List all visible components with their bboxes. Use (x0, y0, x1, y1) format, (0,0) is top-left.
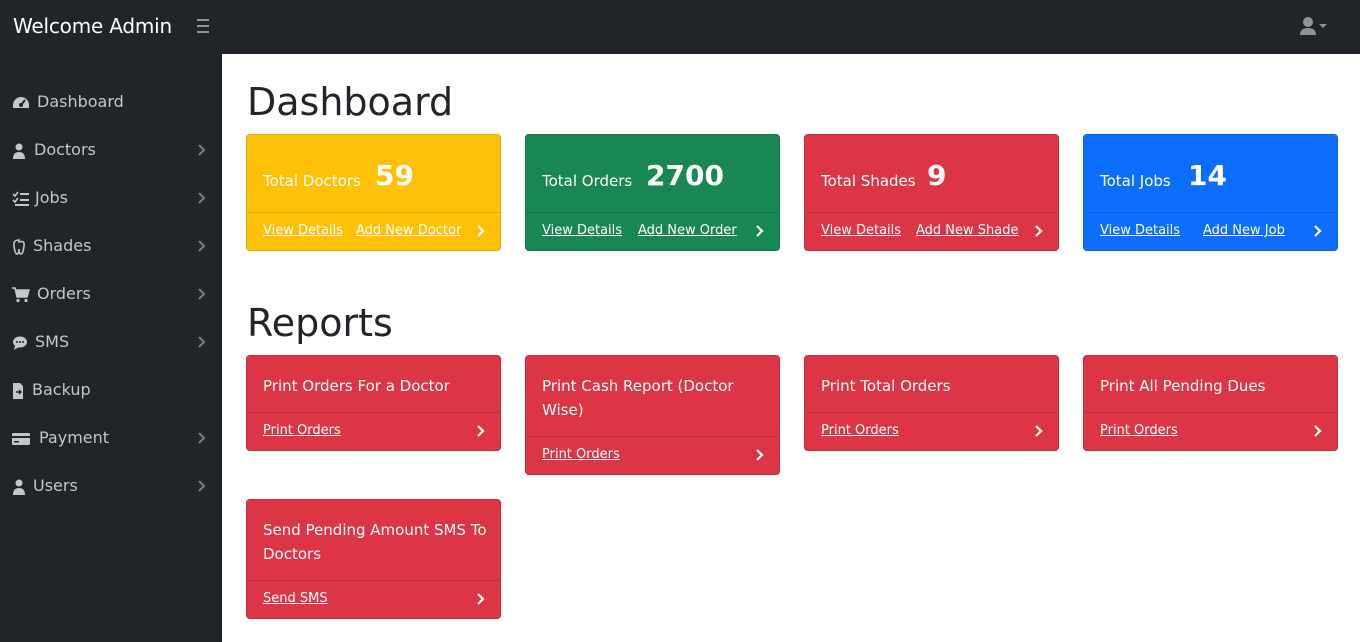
sidebar-item-label: Orders (37, 284, 91, 303)
report-card-send-sms: Send Pending Amount SMS To Doctors Send … (246, 499, 501, 619)
card-footer: View Details Add New Shade (805, 212, 1058, 250)
file-export-icon (13, 383, 23, 399)
sidebar-item-label: Backup (32, 380, 91, 399)
user-icon (1300, 17, 1327, 35)
chevron-right-icon[interactable] (475, 425, 485, 437)
card-footer: Print Orders (526, 436, 779, 474)
chevron-right-icon (198, 432, 206, 444)
add-new-job-link[interactable]: Add New Job (1203, 223, 1285, 238)
chevron-right-icon[interactable] (1312, 225, 1322, 237)
print-orders-link[interactable]: Print Orders (542, 447, 620, 462)
card-footer: Print Orders (1084, 412, 1337, 450)
view-details-link[interactable]: View Details (263, 223, 343, 238)
card-footer: Print Orders (247, 412, 500, 450)
report-title: Send Pending Amount SMS To Doctors (263, 521, 487, 563)
chevron-right-icon[interactable] (1312, 425, 1322, 437)
chevron-right-icon[interactable] (1033, 425, 1043, 437)
chevron-right-icon (198, 480, 206, 492)
chevron-right-icon[interactable] (475, 225, 485, 237)
view-details-link[interactable]: View Details (542, 223, 622, 238)
stat-title: Total Doctors (263, 172, 361, 190)
report-card-orders-for-doctor: Print Orders For a Doctor Print Orders (246, 355, 501, 451)
sidebar-item-orders[interactable]: Orders (0, 270, 222, 318)
report-title: Print All Pending Dues (1100, 377, 1266, 395)
stat-value: 14 (1188, 159, 1227, 192)
stat-value: 59 (375, 159, 414, 192)
sidebar-item-label: Shades (33, 236, 92, 255)
sidebar-item-label: Payment (39, 428, 110, 447)
view-details-link[interactable]: View Details (1100, 223, 1180, 238)
total-doctors-card: Total Doctors 59 View Details Add New Do… (246, 134, 501, 251)
chevron-right-icon[interactable] (475, 593, 485, 605)
stat-value: 2700 (646, 159, 724, 192)
print-orders-link[interactable]: Print Orders (263, 423, 341, 438)
credit-card-icon (12, 433, 30, 445)
sidebar-item-doctors[interactable]: Doctors (0, 126, 222, 174)
chevron-right-icon[interactable] (754, 225, 764, 237)
stat-title: Total Shades (821, 172, 916, 190)
print-orders-link[interactable]: Print Orders (821, 423, 899, 438)
card-footer: View Details Add New Job (1084, 212, 1337, 250)
list-check-icon (12, 191, 29, 206)
view-details-link[interactable]: View Details (821, 223, 901, 238)
hamburger-icon (197, 19, 209, 21)
user-icon (13, 479, 25, 495)
card-footer: View Details Add New Doctor (247, 212, 500, 250)
chevron-right-icon[interactable] (1033, 225, 1043, 237)
add-new-shade-link[interactable]: Add New Shade (916, 223, 1019, 238)
report-title: Print Cash Report (Doctor Wise) (542, 377, 734, 419)
sidebar-toggle-button[interactable] (194, 15, 212, 37)
brand-title[interactable]: Welcome Admin (13, 14, 172, 38)
sidebar: Dashboard Doctors Jobs Shades Orders SMS… (0, 54, 222, 642)
sidebar-item-shades[interactable]: Shades (0, 222, 222, 270)
card-footer: Send SMS (247, 580, 500, 618)
tachometer-icon (13, 97, 29, 108)
total-shades-card: Total Shades 9 View Details Add New Shad… (804, 134, 1059, 251)
chevron-right-icon (198, 336, 206, 348)
dashboard-title: Dashboard (247, 80, 454, 124)
total-jobs-card: Total Jobs 14 View Details Add New Job (1083, 134, 1338, 251)
chevron-right-icon (198, 288, 206, 300)
chevron-right-icon (198, 240, 206, 252)
chevron-right-icon (198, 144, 206, 156)
card-footer: Print Orders (805, 412, 1058, 450)
chevron-right-icon[interactable] (754, 449, 764, 461)
report-title: Print Total Orders (821, 377, 951, 395)
user-menu-dropdown[interactable] (1298, 14, 1334, 40)
report-card-pending-dues: Print All Pending Dues Print Orders (1083, 355, 1338, 451)
reports-title: Reports (247, 301, 393, 345)
report-card-total-orders: Print Total Orders Print Orders (804, 355, 1059, 451)
sidebar-item-label: Jobs (35, 188, 68, 207)
sidebar-item-dashboard[interactable]: Dashboard (0, 78, 222, 126)
add-new-doctor-link[interactable]: Add New Doctor (356, 223, 461, 238)
stat-value: 9 (927, 159, 947, 192)
top-navbar: Welcome Admin (0, 0, 1360, 54)
shopping-cart-icon (12, 287, 30, 303)
card-footer: View Details Add New Order (526, 212, 779, 250)
sidebar-item-sms[interactable]: SMS (0, 318, 222, 366)
stat-title: Total Jobs (1100, 172, 1171, 190)
print-orders-link[interactable]: Print Orders (1100, 423, 1178, 438)
sms-icon (13, 336, 27, 350)
report-card-cash-report: Print Cash Report (Doctor Wise) Print Or… (525, 355, 780, 475)
sidebar-item-label: Doctors (34, 140, 96, 159)
sidebar-item-jobs[interactable]: Jobs (0, 174, 222, 222)
sidebar-item-backup[interactable]: Backup (0, 366, 222, 414)
caret-down-icon (1319, 24, 1327, 28)
user-doctor-icon (13, 143, 25, 159)
sidebar-item-payment[interactable]: Payment (0, 414, 222, 462)
tooth-icon (13, 239, 25, 255)
total-orders-card: Total Orders 2700 View Details Add New O… (525, 134, 780, 251)
sidebar-item-label: Users (33, 476, 78, 495)
sidebar-item-label: SMS (35, 332, 70, 351)
sidebar-item-label: Dashboard (37, 92, 124, 111)
stat-title: Total Orders (542, 172, 633, 190)
add-new-order-link[interactable]: Add New Order (638, 223, 737, 238)
send-sms-link[interactable]: Send SMS (263, 591, 328, 606)
sidebar-item-users[interactable]: Users (0, 462, 222, 510)
report-title: Print Orders For a Doctor (263, 377, 450, 395)
chevron-right-icon (198, 192, 206, 204)
